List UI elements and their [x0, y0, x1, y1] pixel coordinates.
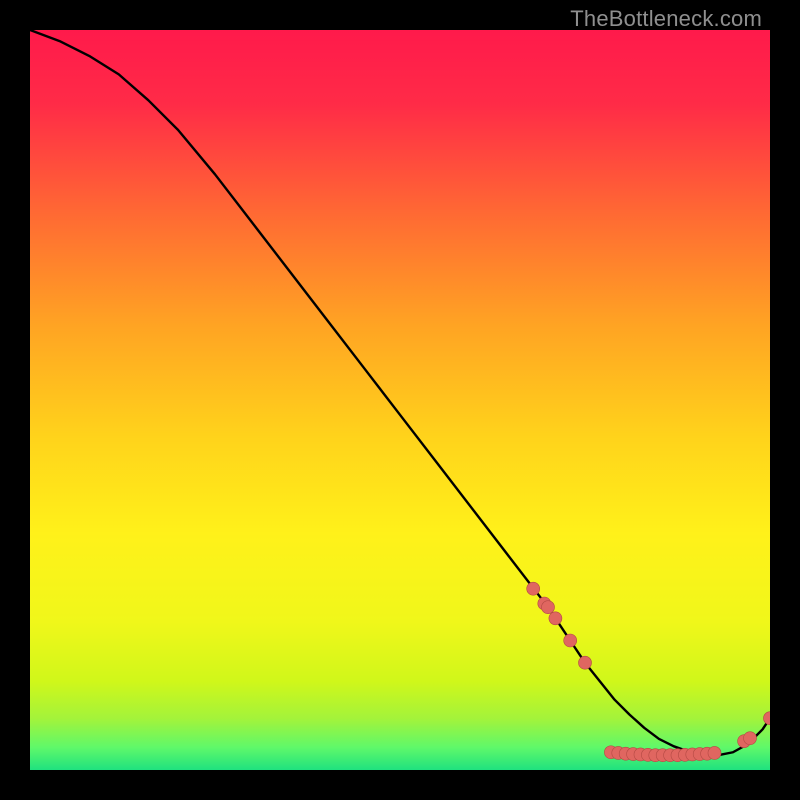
curve-marker: [542, 601, 555, 614]
chart-container: TheBottleneck.com: [0, 0, 800, 800]
bottleneck-chart: [30, 30, 770, 770]
curve-marker: [527, 582, 540, 595]
heat-background: [30, 30, 770, 770]
curve-marker: [579, 656, 592, 669]
curve-marker: [708, 746, 721, 759]
curve-marker: [564, 634, 577, 647]
watermark-text: TheBottleneck.com: [570, 6, 762, 32]
curve-marker: [549, 612, 562, 625]
curve-marker: [744, 732, 757, 745]
